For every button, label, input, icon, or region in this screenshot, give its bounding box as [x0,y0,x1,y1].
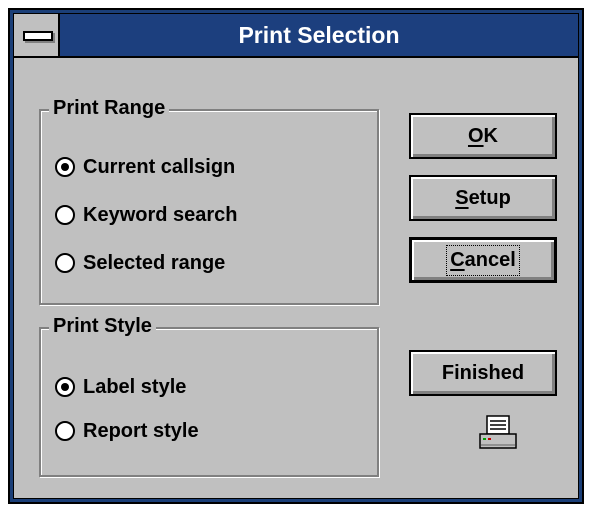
radio-label: Report style [83,419,199,442]
radio-report-style[interactable]: Report style [55,417,199,445]
radio-button[interactable] [55,421,75,441]
radio-button-checked[interactable] [55,157,75,177]
radio-button[interactable] [55,205,75,225]
print-range-label: Print Range [49,97,170,120]
radio-button-checked[interactable] [55,377,75,397]
finished-button-label: Finished [441,361,525,384]
system-menu-icon[interactable] [14,14,60,56]
setup-button-label: Setup [455,186,511,209]
finished-button[interactable]: Finished [409,350,557,396]
ok-text: K [483,124,498,147]
radio-label-style[interactable]: Label style [55,373,186,401]
print-range-group: Print Range Current callsign Keyword sea… [39,97,379,305]
radio-button[interactable] [55,253,75,273]
radio-current-callsign[interactable]: Current callsign [55,153,235,181]
setup-button[interactable]: Setup [409,175,557,221]
dialog-client-area: Print Selection Print Range Current call… [13,13,579,499]
print-style-group: Print Style Label style Report style [39,315,379,477]
cancel-button-label: Cancel [446,244,520,276]
print-selection-dialog: Print Selection Print Range Current call… [8,8,584,504]
printer-icon [479,415,517,449]
radio-label: Selected range [83,251,226,274]
title-bar[interactable]: Print Selection [14,14,578,58]
radio-label: Label style [83,375,187,398]
radio-selected-range[interactable]: Selected range [55,249,225,277]
ok-button-label: OK [468,125,498,148]
radio-label: Keyword search [83,203,238,226]
radio-label: Current callsign [83,155,236,178]
ok-mnemonic: O [467,124,484,147]
cancel-button[interactable]: Cancel [409,237,557,283]
print-style-label: Print Style [49,315,156,338]
radio-keyword-search[interactable]: Keyword search [55,201,238,229]
window-title: Print Selection [238,22,400,48]
ok-button[interactable]: OK [409,113,557,159]
